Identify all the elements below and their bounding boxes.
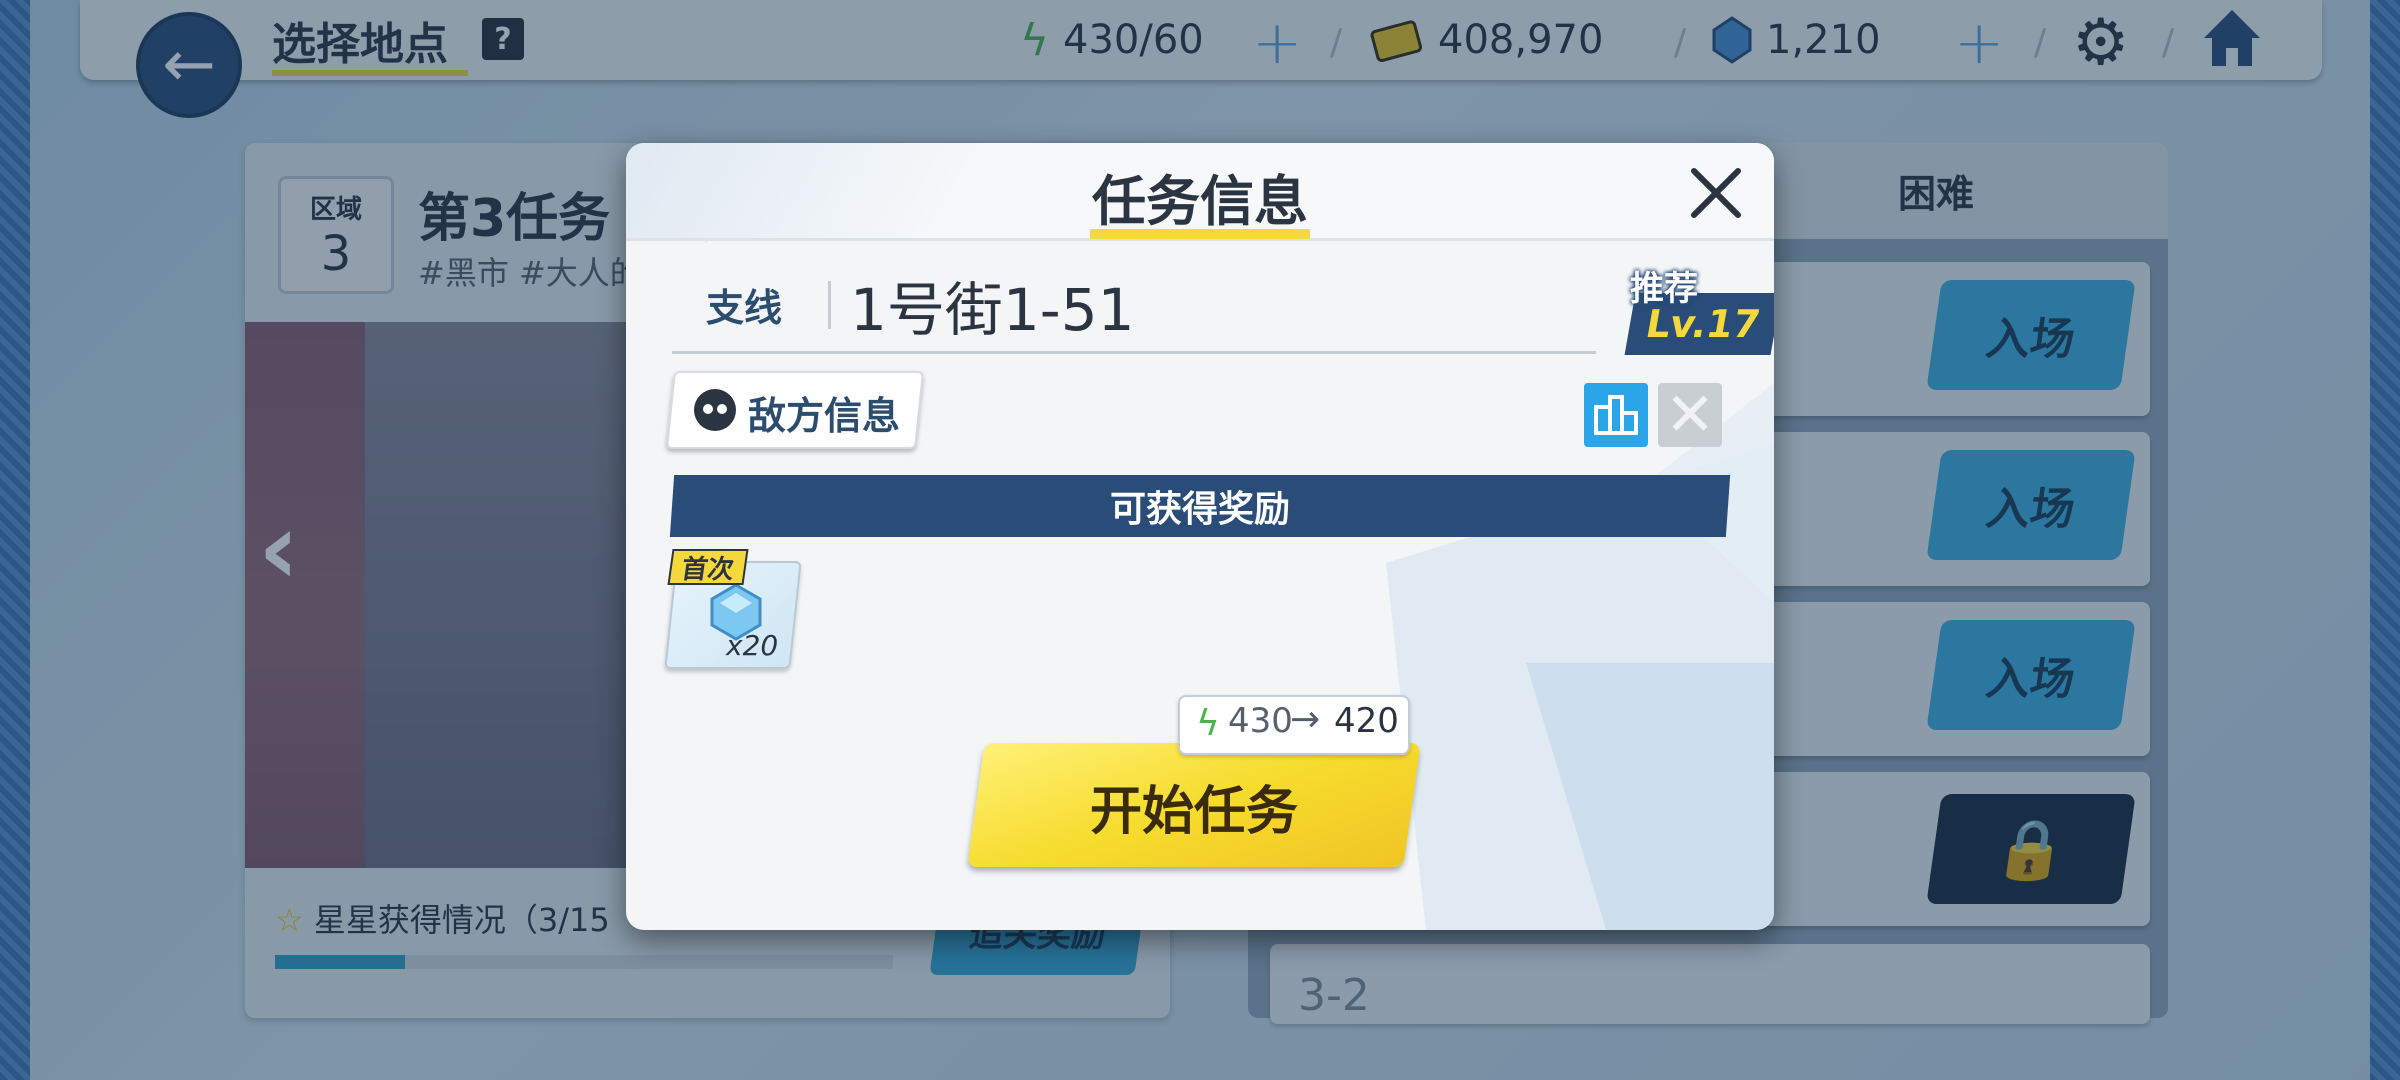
type-divider: [828, 281, 831, 329]
enemy-info-label: 敌方信息: [748, 394, 901, 438]
ap-after: 420: [1334, 701, 1399, 741]
reward-header-label: 可获得奖励: [1109, 489, 1290, 530]
start-mission-label: 开始任务: [1089, 782, 1298, 842]
mission-name: 1号街1-51: [850, 276, 1135, 344]
terrain-building-icon[interactable]: [1584, 383, 1648, 447]
recommended-label: 推荐: [1630, 269, 1698, 309]
mission-info-dialog: 任务信息 支线 1号街1-51 Lv.17 推荐 敌方信息 ✕ 可获得奖励 首次…: [626, 143, 1774, 930]
first-clear-badge: 首次: [667, 549, 749, 585]
mission-type: 支线: [706, 286, 783, 330]
reward-count: x20: [726, 629, 779, 662]
name-underline: [672, 351, 1596, 354]
arrow-right-icon: →: [1290, 699, 1321, 740]
close-icon[interactable]: [1686, 163, 1746, 223]
dialog-title: 任务信息: [1092, 170, 1308, 233]
title-underline: [1090, 229, 1310, 239]
ap-before: 430: [1228, 701, 1293, 741]
lightning-icon: ϟ: [1196, 703, 1220, 744]
terrain-disabled-icon: ✕: [1658, 380, 1722, 450]
reward-header: 可获得奖励: [669, 475, 1731, 537]
enemy-skull-icon: [694, 389, 736, 431]
